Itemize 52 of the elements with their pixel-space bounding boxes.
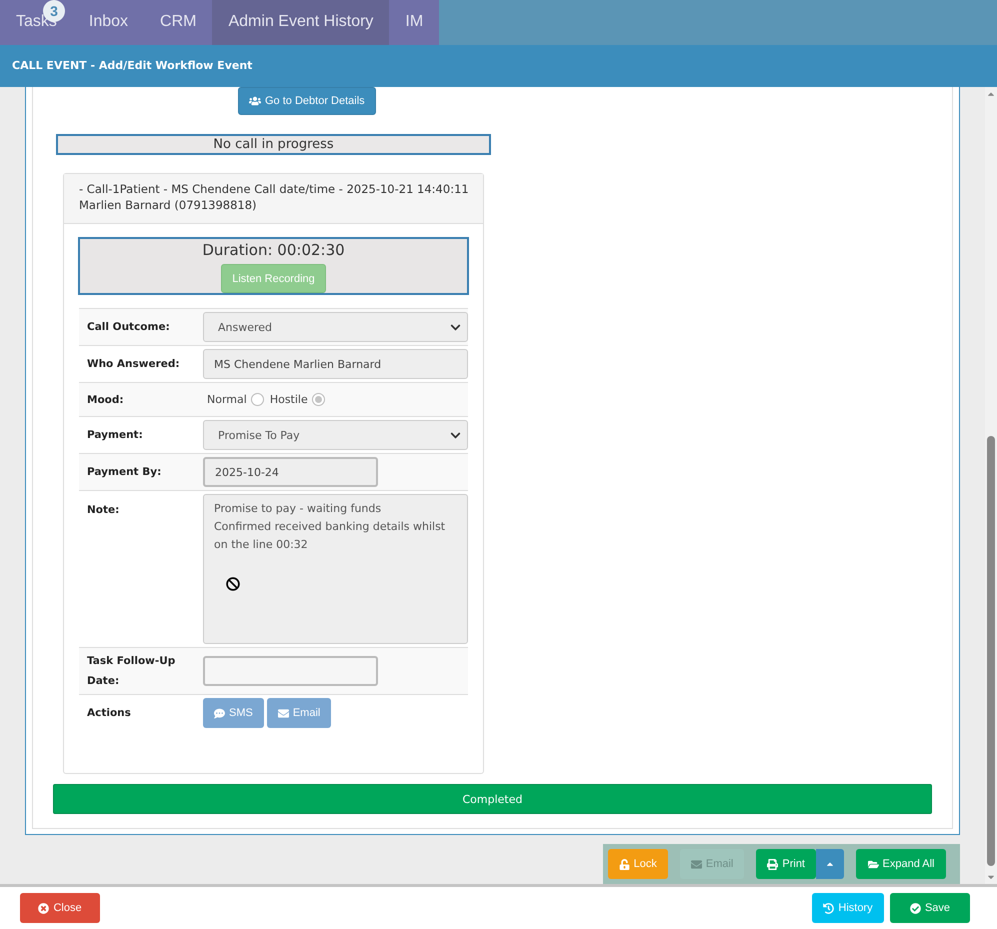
radio-button[interactable] bbox=[250, 393, 264, 406]
field-label: Actions bbox=[87, 706, 132, 722]
nav-tab[interactable]: Inbox bbox=[72, 0, 144, 45]
nav-tab[interactable]: IM bbox=[389, 0, 440, 45]
field-label: Mood: bbox=[87, 392, 125, 408]
save-button[interactable]: Save bbox=[890, 893, 970, 924]
duration-text: Duration: 00:02:30 bbox=[202, 241, 345, 260]
listen-recording-button[interactable]: Listen Recording bbox=[221, 264, 326, 294]
expand-button[interactable]: Expand All bbox=[856, 849, 946, 880]
radio-label: Normal bbox=[207, 393, 247, 406]
users-icon bbox=[249, 95, 261, 108]
lock-button[interactable]: Lock bbox=[608, 849, 668, 880]
history-icon bbox=[823, 902, 834, 914]
print-button[interactable]: Print bbox=[756, 849, 816, 880]
envelope-icon bbox=[690, 858, 702, 870]
scrollbar-thumb[interactable] bbox=[987, 436, 995, 866]
field-label: Call Outcome: bbox=[87, 320, 171, 336]
printer-icon bbox=[767, 858, 778, 870]
radio-button[interactable] bbox=[312, 393, 325, 406]
field-label: Payment: bbox=[87, 428, 144, 444]
close-icon bbox=[38, 902, 50, 914]
email-button[interactable]: Email bbox=[266, 698, 332, 728]
page-title: CALL EVENT - Add/Edit Workflow Event bbox=[0, 44, 997, 88]
call-heading: - Call-1Patient - MS Chendene Call date/time - 2025-10-21 14:40:11 bbox=[79, 181, 468, 198]
field-label: Note: bbox=[87, 503, 120, 518]
unlocked-padlock-icon bbox=[618, 858, 630, 870]
dropdown-toggle-button[interactable] bbox=[816, 849, 844, 880]
field-label: Payment By: bbox=[87, 465, 162, 480]
nav-tab[interactable]: Admin Event History bbox=[212, 0, 390, 45]
chevron-down-icon bbox=[450, 322, 461, 333]
call-heading: Marlien Barnard (0791398818) bbox=[79, 197, 258, 214]
not-allowed-cursor-icon bbox=[226, 577, 240, 592]
chevron-down-icon bbox=[450, 430, 461, 441]
chat-bubble-icon bbox=[214, 708, 225, 719]
field-label: Who Answered: bbox=[87, 357, 181, 372]
radio-label: Hostile bbox=[270, 393, 308, 406]
date-field[interactable] bbox=[203, 656, 378, 686]
envelope-icon bbox=[278, 708, 289, 719]
call-status: No call in progress bbox=[56, 134, 491, 156]
sms-button[interactable]: SMS bbox=[203, 698, 264, 728]
close-button[interactable]: Close bbox=[20, 893, 100, 924]
status-bar: Completed bbox=[53, 784, 932, 814]
history-button[interactable]: History bbox=[812, 893, 884, 924]
note-field[interactable]: Promise to pay - waiting funds Confirmed received banking details whilst on the line 00:32 bbox=[203, 494, 468, 644]
input-field[interactable]: MS Chendene Marlien Barnard bbox=[203, 349, 468, 380]
dropdown[interactable]: Answered bbox=[203, 312, 468, 342]
field-label: Task Follow-Up Date: bbox=[87, 654, 176, 690]
debtor-details-button[interactable]: Go to Debtor Details bbox=[238, 87, 376, 116]
date-field[interactable]: 2025-10-24 bbox=[203, 457, 378, 488]
folder-icon bbox=[868, 858, 878, 870]
nav-tab[interactable]: CRM bbox=[144, 0, 212, 45]
dropdown[interactable]: Promise To Pay bbox=[203, 420, 468, 450]
